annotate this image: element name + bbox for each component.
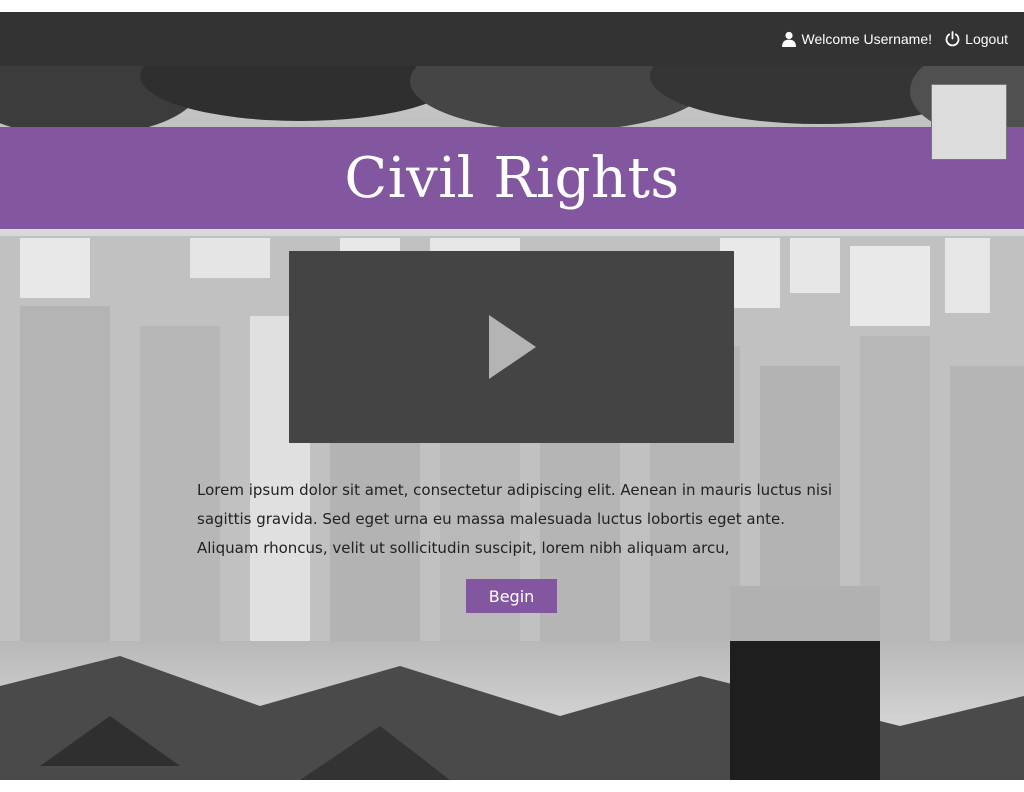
- logout-label: Logout: [965, 31, 1008, 47]
- page-title: Civil Rights: [344, 145, 680, 211]
- welcome-text: Welcome Username!: [801, 31, 932, 47]
- welcome-user: Welcome Username!: [781, 12, 932, 66]
- user-icon: [781, 31, 797, 47]
- begin-button[interactable]: Begin: [466, 579, 557, 613]
- play-icon[interactable]: [489, 315, 536, 379]
- video-player[interactable]: [289, 251, 734, 443]
- intro-description: Lorem ipsum dolor sit amet, consectetur …: [197, 481, 833, 557]
- app-frame: Welcome Username! Logout Civil Rights Lo…: [0, 12, 1024, 780]
- avatar-placeholder[interactable]: [931, 84, 1007, 160]
- title-banner: Civil Rights: [0, 127, 1024, 229]
- power-icon: [945, 31, 960, 47]
- logout-button[interactable]: Logout: [945, 12, 1008, 66]
- top-navigation-bar: Welcome Username! Logout: [0, 12, 1024, 66]
